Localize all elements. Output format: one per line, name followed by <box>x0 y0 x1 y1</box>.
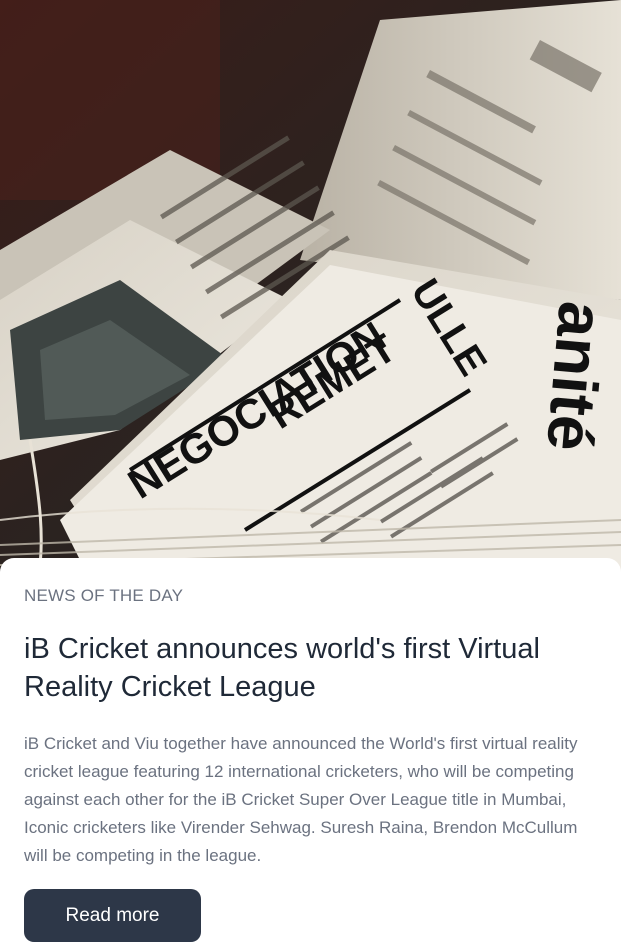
hero-headline-3: anité <box>533 299 618 454</box>
hero-image: NEGOCIATION ULLE REMET anité <box>0 0 621 580</box>
section-label: NEWS OF THE DAY <box>24 586 184 605</box>
article-title: iB Cricket announces world's first Virtu… <box>24 633 540 703</box>
article-summary: iB Cricket and Viu together have announc… <box>24 734 578 865</box>
article-card: NEWS OF THE DAY iB Cricket announces wor… <box>0 558 621 946</box>
read-more-button[interactable]: Read more <box>24 889 201 942</box>
